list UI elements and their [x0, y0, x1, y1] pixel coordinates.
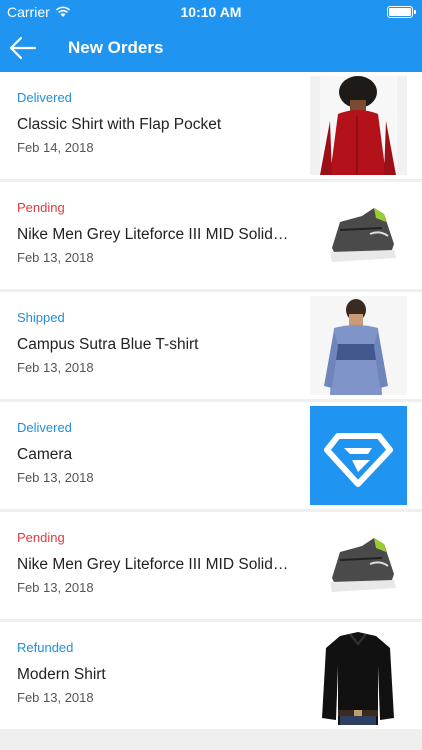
order-card[interactable]: Pending Nike Men Grey Liteforce III MID …	[0, 512, 422, 619]
order-card[interactable]: Shipped Campus Sutra Blue T-shirt Feb 13…	[0, 292, 422, 399]
order-card[interactable]: Refunded Modern Shirt Feb 13, 2018	[0, 622, 422, 729]
nav-bar: New Orders	[0, 24, 422, 72]
order-date: Feb 14, 2018	[17, 140, 94, 155]
order-date: Feb 13, 2018	[17, 360, 94, 375]
blue-tshirt-thumbnail	[310, 296, 407, 395]
order-status: Shipped	[17, 310, 65, 325]
order-card[interactable]: Pending Nike Men Grey Liteforce III MID …	[0, 182, 422, 289]
order-card[interactable]: Delivered Camera Feb 13, 2018	[0, 402, 422, 509]
order-status: Pending	[17, 530, 65, 545]
back-arrow-icon[interactable]	[8, 34, 38, 62]
brand-logo-icon	[310, 406, 407, 505]
order-title: Classic Shirt with Flap Pocket	[17, 116, 222, 133]
list-footer-space	[0, 730, 422, 750]
order-date: Feb 13, 2018	[17, 580, 94, 595]
order-date: Feb 13, 2018	[17, 250, 94, 265]
order-title: Campus Sutra Blue T-shirt	[17, 336, 199, 353]
status-time: 10:10 AM	[180, 4, 242, 20]
status-bar: Carrier 10:10 AM	[0, 0, 422, 24]
order-title: Nike Men Grey Liteforce III MID Solid…	[17, 226, 289, 243]
black-shirt-thumbnail	[310, 626, 407, 725]
red-shirt-thumbnail	[310, 76, 407, 175]
order-date: Feb 13, 2018	[17, 690, 94, 705]
orders-list: Delivered Classic Shirt with Flap Pocket…	[0, 72, 422, 732]
order-title: Camera	[17, 446, 73, 463]
grey-sneaker-thumbnail	[310, 186, 407, 285]
grey-sneaker-thumbnail	[310, 516, 407, 615]
order-card[interactable]: Delivered Classic Shirt with Flap Pocket…	[0, 72, 422, 179]
order-status: Pending	[17, 200, 65, 215]
app-header: Carrier 10:10 AM New Orders	[0, 0, 422, 72]
order-status: Refunded	[17, 640, 74, 655]
order-status: Delivered	[17, 420, 72, 435]
order-title: Nike Men Grey Liteforce III MID Solid…	[17, 556, 289, 573]
battery-icon	[387, 6, 416, 18]
page-title: New Orders	[68, 38, 164, 57]
order-date: Feb 13, 2018	[17, 470, 94, 485]
order-status: Delivered	[17, 90, 72, 105]
order-title: Modern Shirt	[17, 666, 106, 683]
